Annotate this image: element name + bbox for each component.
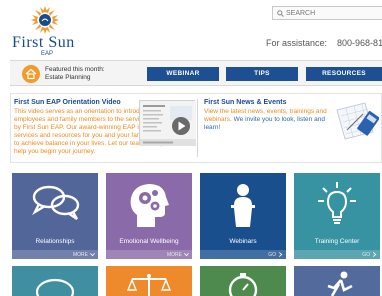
featured-label: Featured this month: [45,66,105,73]
tile-row2-1[interactable] [12,266,98,296]
gauge-icon [228,273,258,296]
tile-row2-4[interactable] [294,266,380,296]
orientation-video-thumbnail[interactable] [139,100,196,146]
featured-bar: Featured this month: Estate Planning WEB… [10,60,382,86]
tile-webinars[interactable]: Webinars GO [200,173,286,259]
sun-logo-icon [31,6,59,34]
news-body: View the latest news, events, trainings … [204,108,332,132]
nav-tips-button[interactable]: TIPS [226,67,298,81]
tile-row2-3[interactable] [200,266,286,296]
head-gears-icon [106,181,192,234]
speech-bubbles-icon [12,181,98,228]
calendar-image-icon[interactable] [333,100,379,142]
video-slide-icon [140,101,196,146]
featured-topic: Estate Planning [45,74,91,81]
tile-go-link[interactable]: GO [268,252,276,258]
orientation-title[interactable]: First Sun EAP Orientation Video [14,99,121,106]
brand-name: First Sun [12,34,75,51]
chevron-down-icon [184,252,189,257]
tile-emotional-wellbeing[interactable]: Emotional Wellbeing MORE [106,173,192,259]
panel-divider [197,99,198,157]
chevron-down-icon [90,252,95,257]
search-input[interactable] [286,7,382,19]
chevron-right-icon [278,252,283,257]
tile-go-link[interactable]: GO [362,252,370,258]
tile-label: Relationships [35,238,75,245]
lightbulb-icon [294,181,380,234]
first-sun-logo[interactable]: First Sun EAP [12,6,78,57]
nav-resources-button[interactable]: RESOURCES [306,67,382,81]
tile-label: Webinars [229,238,257,245]
tile-relationships[interactable]: Relationships MORE [12,173,98,259]
brand-sub: EAP [41,51,54,57]
presenter-podium-icon [200,181,286,234]
scales-icon [126,274,172,296]
featured-text[interactable]: Featured this month: Estate Planning [45,66,105,82]
tile-more-link[interactable]: MORE [167,252,182,258]
assistance-line: For assistance: 800-968-8143 [266,38,382,48]
tile-row2-2[interactable] [106,266,192,296]
tile-label: Training Center [314,238,360,245]
assistance-phone[interactable]: 800-968-8143 [337,38,382,48]
house-icon [22,65,40,83]
running-icon [327,271,353,296]
tile-label: Emotional Wellbeing [119,238,179,245]
tile-training-center[interactable]: Training Center GO [294,173,380,259]
assistance-label: For assistance: [266,38,328,48]
chevron-right-icon [372,252,377,257]
search-box[interactable] [272,6,382,20]
news-title[interactable]: First Sun News & Events [204,99,286,106]
chat-icon [35,278,75,296]
search-icon[interactable] [277,10,284,17]
tile-more-link[interactable]: MORE [73,252,88,258]
nav-webinar-button[interactable]: WEBINAR [147,67,219,81]
info-panel: First Sun EAP Orientation Video This vid… [10,93,382,163]
